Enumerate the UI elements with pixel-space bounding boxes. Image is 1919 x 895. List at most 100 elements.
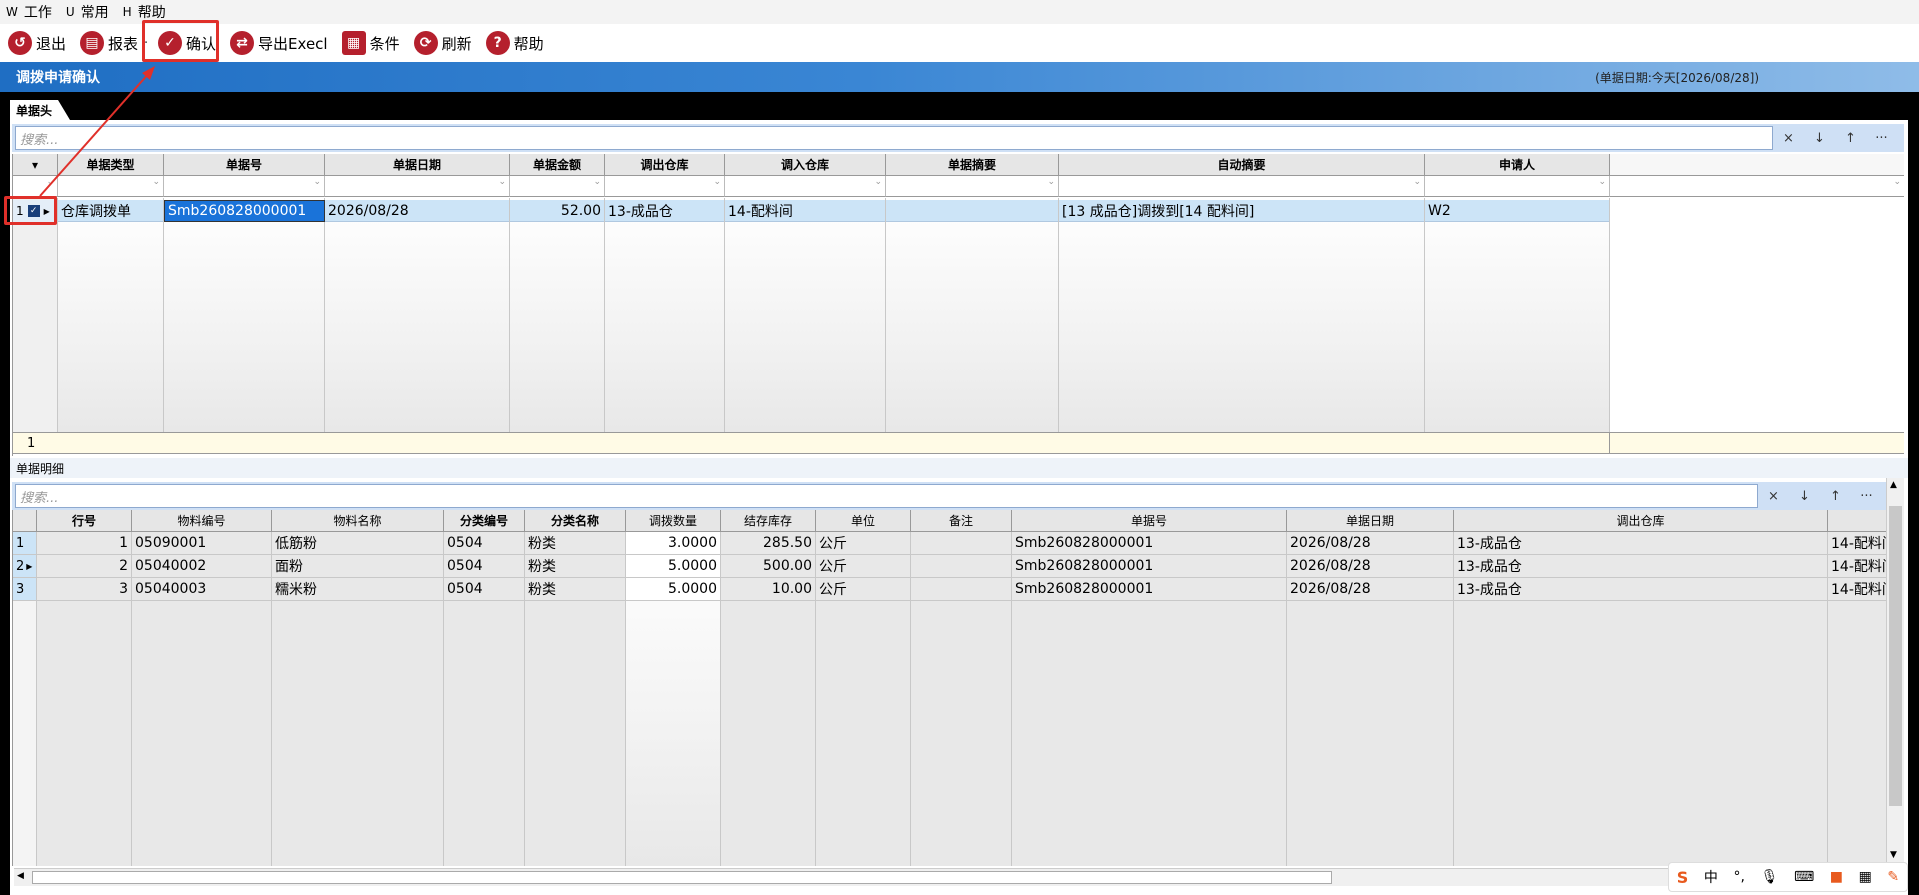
menu-help[interactable]: H 帮助: [123, 2, 166, 22]
dg-header-name[interactable]: 物料名称: [272, 510, 444, 532]
clear-icon[interactable]: ×: [1758, 484, 1789, 508]
microphone-icon[interactable]: 🎙: [1761, 869, 1779, 885]
cell-unit[interactable]: 公斤: [816, 555, 911, 577]
gift-icon[interactable]: ■: [1830, 869, 1843, 885]
cell-unit[interactable]: 公斤: [816, 578, 911, 600]
cell-out-wh[interactable]: 13-成品仓: [1454, 532, 1828, 554]
export-excel-button[interactable]: ⇄ 导出Execl: [230, 27, 328, 59]
cell-no[interactable]: Smb260828000001: [164, 200, 325, 222]
cell-stock[interactable]: 10.00: [721, 578, 816, 600]
cell-no[interactable]: Smb260828000001: [1012, 532, 1287, 554]
cell-unit[interactable]: 公斤: [816, 532, 911, 554]
tab-header[interactable]: 单据头: [10, 100, 71, 120]
report-button[interactable]: ▤ 报表: [80, 27, 138, 59]
cell-out-wh[interactable]: 13-成品仓: [605, 200, 725, 222]
dg-header-date[interactable]: 单据日期: [1287, 510, 1454, 532]
refresh-button[interactable]: ⟳ 刷新: [413, 27, 472, 59]
hg-filter-cell[interactable]: [886, 176, 1059, 197]
hg-header-date[interactable]: 单据日期: [325, 154, 510, 176]
table-row[interactable]: 3 3 05040003 糯米粉 0504 粉类 5.0000 10.00 公斤…: [13, 578, 1886, 601]
cell-stock[interactable]: 285.50: [721, 532, 816, 554]
dg-header-unit[interactable]: 单位: [816, 510, 911, 532]
cell-cat-name[interactable]: 粉类: [525, 532, 626, 554]
cell-no[interactable]: Smb260828000001: [1012, 555, 1287, 577]
cell-auto-summary[interactable]: [13 成品仓]调拨到[14 配料间]: [1059, 200, 1425, 222]
hg-header-summary[interactable]: 单据摘要: [886, 154, 1059, 176]
table-row[interactable]: 1 ✓ ▶ 仓库调拨单 Smb260828000001 2026/08/28 5…: [13, 200, 1904, 222]
vertical-scroll-thumb[interactable]: [1889, 506, 1902, 806]
scroll-left-icon[interactable]: ◀: [17, 871, 24, 881]
cell-date[interactable]: 2026/08/28: [1287, 532, 1454, 554]
cell-name[interactable]: 低筋粉: [272, 532, 444, 554]
exit-button[interactable]: ↺ 退出: [8, 27, 66, 59]
help-button[interactable]: ? 帮助: [485, 27, 544, 59]
hg-filter-cell[interactable]: [1425, 176, 1610, 197]
vertical-scrollbar[interactable]: ▲ ▼: [1886, 478, 1904, 862]
cell-stock[interactable]: 500.00: [721, 555, 816, 577]
row-index[interactable]: 1: [13, 532, 37, 554]
dg-header-cat-code[interactable]: 分类编号: [444, 510, 525, 532]
dg-header-no[interactable]: 单据号: [1012, 510, 1287, 532]
cell-code[interactable]: 05040002: [132, 555, 272, 577]
arrow-up-icon[interactable]: ↑: [1835, 126, 1866, 150]
hg-filter-cell[interactable]: [164, 176, 325, 197]
dg-header-corner[interactable]: [13, 510, 37, 532]
grid-menu-icon[interactable]: ▦: [1859, 869, 1872, 885]
hg-filter-cell[interactable]: [1059, 176, 1425, 197]
cell-date[interactable]: 2026/08/28: [1287, 555, 1454, 577]
cell-in-wh[interactable]: 14-配料间: [1828, 532, 1886, 554]
cell-date[interactable]: 2026/08/28: [325, 200, 510, 222]
cell-type[interactable]: 仓库调拨单: [58, 200, 164, 222]
cell-cat-name[interactable]: 粉类: [525, 555, 626, 577]
dg-header-cat-name[interactable]: 分类名称: [525, 510, 626, 532]
hg-filter-cell[interactable]: [725, 176, 886, 197]
cell-in-wh[interactable]: 14-配料间: [725, 200, 886, 222]
cell-cat-name[interactable]: 粉类: [525, 578, 626, 600]
horizontal-scrollbar[interactable]: ◀: [14, 868, 1886, 886]
cell-in-wh[interactable]: 14-配料间: [1828, 578, 1886, 600]
horizontal-scroll-thumb[interactable]: [32, 871, 1332, 884]
filter-button[interactable]: ▦ 条件: [341, 27, 400, 59]
sogou-logo-icon[interactable]: S: [1677, 868, 1689, 887]
hg-header-out-wh[interactable]: 调出仓库: [605, 154, 725, 176]
detail-search-input[interactable]: 搜索...: [15, 484, 1758, 508]
hg-filter-cell[interactable]: [58, 176, 164, 197]
dg-header-line[interactable]: 行号: [37, 510, 132, 532]
cell-amount[interactable]: 52.00: [510, 200, 605, 222]
hg-header-no[interactable]: 单据号: [164, 154, 325, 176]
dg-header-note[interactable]: 备注: [911, 510, 1012, 532]
hg-filter-cell[interactable]: [325, 176, 510, 197]
cell-line[interactable]: 1: [37, 532, 132, 554]
cell-summary[interactable]: [886, 200, 1059, 222]
hg-filter-cell[interactable]: [510, 176, 605, 197]
hg-header-amount[interactable]: 单据金额: [510, 154, 605, 176]
ime-lang-toggle[interactable]: 中: [1704, 867, 1718, 887]
cell-name[interactable]: 糯米粉: [272, 578, 444, 600]
hg-filter-cell[interactable]: [13, 176, 58, 197]
cell-note[interactable]: [911, 555, 1012, 577]
row-index[interactable]: 2 ▶: [13, 555, 37, 577]
cell-date[interactable]: 2026/08/28: [1287, 578, 1454, 600]
hg-header-applicant[interactable]: 申请人: [1425, 154, 1610, 176]
cell-line[interactable]: 3: [37, 578, 132, 600]
keyboard-icon[interactable]: ⌨: [1794, 869, 1814, 885]
row-index[interactable]: 3: [13, 578, 37, 600]
cell-out-wh[interactable]: 13-成品仓: [1454, 578, 1828, 600]
table-row[interactable]: 1 1 05090001 低筋粉 0504 粉类 3.0000 285.50 公…: [13, 532, 1886, 555]
header-search-input[interactable]: 搜索...: [15, 126, 1773, 150]
dg-header-code[interactable]: 物料编号: [132, 510, 272, 532]
cell-applicant[interactable]: W2: [1425, 200, 1610, 222]
cell-no[interactable]: Smb260828000001: [1012, 578, 1287, 600]
scroll-down-icon[interactable]: ▼: [1890, 850, 1897, 860]
cell-name[interactable]: 面粉: [272, 555, 444, 577]
cell-qty[interactable]: 3.0000: [626, 532, 721, 554]
dg-header-out-wh[interactable]: 调出仓库: [1454, 510, 1828, 532]
hg-header-corner[interactable]: ▾: [13, 154, 58, 176]
clear-icon[interactable]: ×: [1773, 126, 1804, 150]
cell-in-wh[interactable]: 14-配料间: [1828, 555, 1886, 577]
cell-cat-code[interactable]: 0504: [444, 532, 525, 554]
skin-icon[interactable]: ✎: [1887, 869, 1899, 885]
arrow-down-icon[interactable]: ↓: [1789, 484, 1820, 508]
cell-cat-code[interactable]: 0504: [444, 555, 525, 577]
dg-header-stock[interactable]: 结存库存: [721, 510, 816, 532]
